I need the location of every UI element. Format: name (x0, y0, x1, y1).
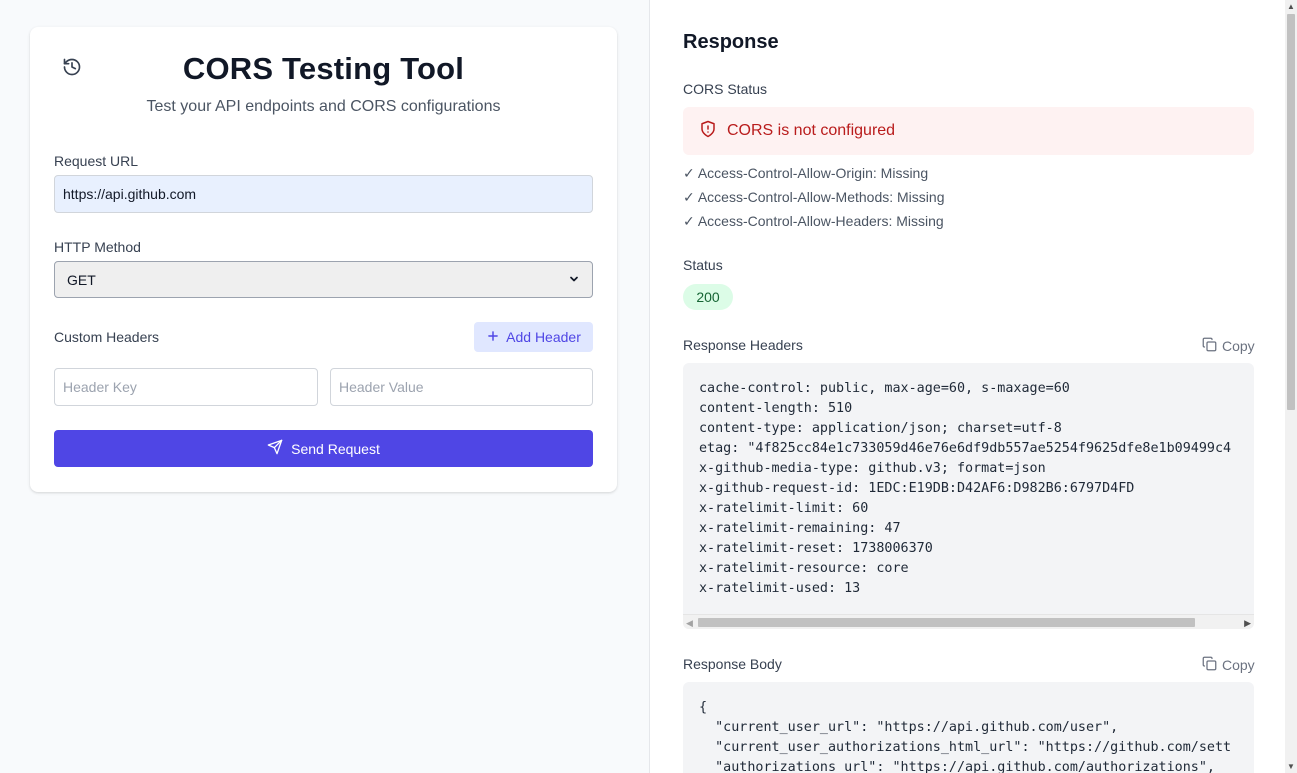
add-header-label: Add Header (506, 329, 581, 345)
cors-status-message: CORS is not configured (727, 122, 896, 139)
page-vertical-scrollbar[interactable]: ▲ ▼ (1285, 0, 1297, 773)
copy-label: Copy (1222, 657, 1255, 673)
add-header-button[interactable]: Add Header (474, 322, 593, 352)
copy-icon (1202, 337, 1217, 355)
send-icon (267, 439, 283, 458)
cors-check-methods: ✓ Access-Control-Allow-Methods: Missing (683, 189, 945, 205)
response-body-box: { "current_user_url": "https://api.githu… (683, 682, 1254, 773)
cors-status-label: CORS Status (683, 81, 768, 97)
request-panel: CORS Testing Tool Test your API endpoint… (0, 0, 649, 773)
shield-alert-icon (699, 120, 717, 143)
custom-headers-label: Custom Headers (54, 329, 160, 345)
response-body-label: Response Body (683, 656, 782, 672)
cors-check-headers: ✓ Access-Control-Allow-Headers: Missing (683, 213, 944, 229)
method-select[interactable]: GET (54, 261, 593, 298)
send-request-label: Send Request (291, 440, 380, 457)
header-value-input[interactable] (330, 368, 593, 406)
cors-check-origin: ✓ Access-Control-Allow-Origin: Missing (683, 165, 929, 181)
page-subtitle: Test your API endpoints and CORS configu… (146, 98, 501, 115)
plus-icon (486, 329, 500, 346)
header-key-input[interactable] (54, 368, 318, 406)
chevron-down-icon (568, 272, 580, 288)
url-input[interactable] (54, 175, 593, 213)
send-request-button[interactable]: Send Request (54, 430, 593, 467)
url-label: Request URL (54, 153, 139, 169)
cors-status-alert: CORS is not configured (683, 107, 1254, 155)
response-body-text: { "current_user_url": "https://api.githu… (699, 700, 1232, 773)
scroll-down-icon[interactable]: ▼ (1287, 762, 1295, 771)
scroll-left-icon[interactable]: ◀ (686, 618, 693, 629)
response-panel: Response CORS Status CORS is not configu… (649, 0, 1285, 773)
page-title: CORS Testing Tool (182, 51, 465, 86)
status-label: Status (683, 257, 723, 273)
method-value: GET (67, 271, 96, 288)
response-title: Response (683, 31, 779, 53)
copy-label: Copy (1222, 338, 1255, 354)
response-headers-label: Response Headers (683, 337, 803, 353)
response-headers-box: cache-control: public, max-age=60, s-max… (683, 363, 1254, 629)
headers-horizontal-scrollbar[interactable]: ◀ ▶ (683, 614, 1254, 629)
copy-body-button[interactable]: Copy (1202, 656, 1255, 674)
scroll-right-icon[interactable]: ▶ (1244, 618, 1251, 629)
scrollbar-thumb[interactable] (698, 618, 1195, 627)
method-label: HTTP Method (54, 239, 141, 255)
request-card: CORS Testing Tool Test your API endpoint… (30, 27, 617, 492)
response-headers-text: cache-control: public, max-age=60, s-max… (699, 381, 1232, 596)
copy-icon (1202, 656, 1217, 674)
scroll-up-icon[interactable]: ▲ (1287, 2, 1295, 11)
page-scrollbar-thumb[interactable] (1287, 14, 1295, 410)
copy-headers-button[interactable]: Copy (1202, 337, 1255, 355)
status-badge: 200 (683, 284, 733, 310)
